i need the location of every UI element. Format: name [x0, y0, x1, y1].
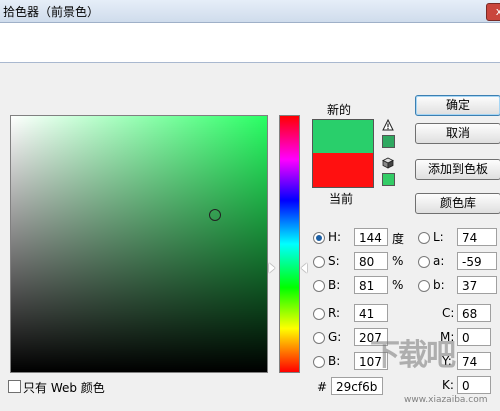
radio-b[interactable]	[313, 280, 325, 292]
radio-a[interactable]	[418, 256, 430, 268]
k-label: K:	[442, 378, 454, 392]
lab-b-input[interactable]: 37	[457, 276, 497, 294]
b-label: B:	[328, 278, 341, 292]
r-input[interactable]: 41	[354, 304, 388, 322]
new-color-label: 新的	[327, 103, 352, 117]
l-label: L:	[433, 230, 444, 244]
blue-label: B:	[328, 354, 341, 368]
title-bar: 拾色器（前景色） x	[0, 0, 500, 23]
add-to-swatches-button[interactable]: 添加到色板	[415, 159, 500, 180]
web-safe-swatch[interactable]	[382, 173, 395, 186]
color-field-marker[interactable]	[209, 209, 221, 221]
s-label: S:	[328, 254, 340, 268]
gamut-swatch[interactable]	[382, 135, 395, 148]
current-color-swatch[interactable]	[312, 153, 374, 188]
a-input[interactable]: -59	[457, 252, 497, 270]
current-color-label: 当前	[329, 192, 354, 206]
radio-r[interactable]	[313, 308, 325, 320]
web-only-label: 只有 Web 颜色	[23, 381, 105, 395]
watermark-url: www.xiazaiba.com	[404, 395, 488, 405]
hex-label: #	[317, 380, 328, 394]
window-title: 拾色器（前景色）	[3, 5, 100, 19]
web-only-checkbox[interactable]	[8, 380, 21, 393]
m-input[interactable]: 0	[457, 328, 491, 346]
s-unit: %	[392, 254, 404, 268]
l-input[interactable]: 74	[457, 228, 497, 246]
radio-s[interactable]	[313, 256, 325, 268]
b-unit: %	[392, 278, 404, 292]
c-label: C:	[442, 306, 455, 320]
color-field[interactable]	[10, 115, 268, 373]
hue-slider[interactable]	[279, 115, 300, 373]
hue-slider-right-arrow[interactable]	[301, 263, 307, 273]
y-input[interactable]: 74	[457, 352, 491, 370]
h-input[interactable]: 144	[354, 228, 388, 246]
a-label: a:	[433, 254, 445, 268]
web-safe-cube-icon[interactable]	[382, 157, 394, 169]
h-label: H:	[328, 230, 342, 244]
radio-g[interactable]	[313, 332, 325, 344]
gamut-warning-icon[interactable]	[382, 119, 394, 131]
c-input[interactable]: 68	[457, 304, 491, 322]
k-input[interactable]: 0	[457, 376, 491, 394]
close-button[interactable]: x	[486, 3, 500, 21]
r-label: R:	[328, 306, 341, 320]
g-label: G:	[328, 330, 342, 344]
radio-lab-b[interactable]	[418, 280, 430, 292]
b-input[interactable]: 81	[354, 276, 388, 294]
hue-slider-left-arrow[interactable]	[269, 263, 275, 273]
new-color-swatch	[312, 119, 374, 154]
hex-input[interactable]: 29cf6b	[331, 377, 383, 395]
watermark-logo: 下载吧	[370, 338, 456, 373]
ok-button[interactable]: 确定	[415, 95, 500, 116]
s-input[interactable]: 80	[354, 252, 388, 270]
lab-b-label: b:	[433, 278, 445, 292]
radio-h[interactable]	[313, 232, 325, 244]
color-libraries-button[interactable]: 颜色库	[415, 193, 500, 214]
radio-l[interactable]	[418, 232, 430, 244]
h-unit: 度	[392, 232, 405, 246]
radio-blue[interactable]	[313, 356, 325, 368]
cancel-button[interactable]: 取消	[415, 123, 500, 144]
